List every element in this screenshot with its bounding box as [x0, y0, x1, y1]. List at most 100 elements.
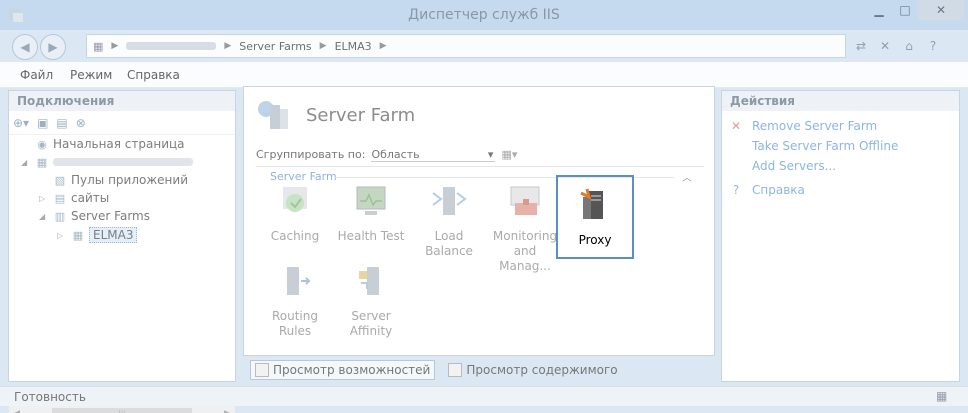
feature-label: Health Test — [337, 229, 405, 243]
tree-item-sites[interactable]: ▷ ▤ сайты — [39, 191, 109, 205]
server-farm-icon: ▦ — [72, 228, 84, 242]
address-toolbar: ⇄ ✕ ⌂ ? — [852, 37, 942, 55]
navigation-bar: ◀ ▶ ▦ ▶ ▶ Server Farms ▶ ELMA3 ▶ ⇄ ✕ ⌂ ? — [0, 30, 968, 62]
help-icon[interactable]: ? — [924, 37, 942, 55]
tree-item-server[interactable]: ◢ ▦ — [21, 155, 193, 169]
chevron-up-icon[interactable]: ︿ — [682, 169, 692, 184]
server-affinity-icon — [359, 267, 379, 295]
server-farms-icon: ▥ — [54, 209, 66, 223]
feature-routing-rules[interactable]: Routing Rules — [256, 263, 334, 347]
remove-icon: ✕ — [730, 119, 742, 133]
address-breadcrumb[interactable]: ▦ ▶ ▶ Server Farms ▶ ELMA3 ▶ — [86, 34, 846, 58]
breadcrumb-separator: ▶ — [319, 41, 327, 51]
group-by-select[interactable]: Область ▾ — [371, 147, 496, 162]
stop-icon[interactable]: ✕ — [876, 37, 894, 55]
breadcrumb-elma3[interactable]: ELMA3 — [335, 40, 372, 53]
horizontal-scrollbar[interactable]: ◀ ||| ▶ — [9, 405, 235, 413]
back-button[interactable]: ◀ — [12, 34, 38, 60]
view-switcher: Просмотр возможностей Просмотр содержимо… — [250, 360, 623, 380]
menu-view[interactable]: Режим — [70, 68, 112, 82]
tree-item-label: ELMA3 — [89, 227, 138, 243]
maximize-button[interactable]: □ — [892, 0, 918, 20]
tree-expander[interactable]: ◢ — [39, 212, 49, 221]
feature-server-affinity[interactable]: Server Affinity — [332, 263, 410, 347]
tree-expander[interactable]: ▷ — [39, 194, 49, 203]
feature-label: Caching — [270, 229, 320, 243]
tab-content-view[interactable]: Просмотр содержимого — [443, 360, 622, 380]
action-label: Take Server Farm Offline — [752, 139, 899, 153]
action-help[interactable]: ? Справка — [728, 183, 805, 197]
tree-item-label: Пулы приложений — [71, 173, 188, 187]
tab-label: Просмотр возможностей — [273, 363, 431, 377]
actions-pane: Действия ✕ Remove Server Farm Take Serve… — [721, 90, 960, 382]
tree-expander[interactable]: ◢ — [21, 158, 31, 167]
redacted-server-name — [126, 42, 217, 50]
feature-view-pane: Server Farm Сгруппировать по: Область ▾ … — [243, 86, 715, 356]
action-add-servers[interactable]: Add Servers... — [728, 159, 836, 173]
routing-rules-icon — [287, 267, 311, 295]
arrow-left-icon: ◀ — [20, 40, 30, 54]
group-by-value: Область — [371, 147, 420, 161]
tree-item-server-farms[interactable]: ◢ ▥ Server Farms — [39, 209, 150, 223]
tree-item-label: Начальная страница — [53, 137, 185, 151]
feature-label: Monitoring and Manag... — [492, 229, 558, 273]
feature-monitoring[interactable]: Monitoring and Manag... — [486, 183, 564, 273]
tab-features-view[interactable]: Просмотр возможностей — [250, 360, 436, 380]
tree-item-label: сайты — [71, 191, 110, 205]
feature-health-test[interactable]: Health Test — [332, 183, 410, 267]
start-page-icon: ◉ — [37, 137, 47, 151]
features-view-icon — [255, 363, 269, 377]
tab-label: Просмотр содержимого — [466, 363, 618, 377]
proxy-icon — [580, 188, 603, 219]
refresh-icon[interactable]: ⇄ — [852, 37, 870, 55]
feature-proxy[interactable]: Proxy — [556, 175, 634, 259]
home-icon[interactable]: ⌂ — [900, 37, 918, 55]
menu-help[interactable]: Справка — [127, 68, 180, 82]
chevron-down-icon: ▾ — [487, 147, 494, 161]
arrow-right-icon: ▶ — [48, 40, 58, 54]
caching-icon — [283, 187, 307, 212]
disconnect-icon[interactable]: ⊗ — [76, 116, 86, 130]
action-label: Add Servers... — [752, 159, 837, 173]
scroll-right-icon[interactable]: ▶ — [224, 409, 231, 413]
server-icon: ▦ — [93, 39, 104, 53]
health-test-icon — [356, 186, 386, 215]
forward-button[interactable]: ▶ — [40, 34, 66, 60]
scroll-left-icon[interactable]: ◀ — [13, 409, 20, 413]
feature-label: Proxy — [578, 233, 612, 247]
save-icon[interactable]: ▣ — [37, 116, 48, 130]
menu-file[interactable]: Файл — [20, 68, 53, 82]
page-title: Server Farm — [306, 105, 416, 126]
tree-item-start-page[interactable]: ◉ Начальная страница — [21, 137, 185, 151]
scrollbar-thumb[interactable]: ||| — [52, 408, 192, 413]
view-mode-icon[interactable]: ▦▾ — [501, 148, 517, 161]
feature-label: Load Balance — [425, 229, 473, 258]
window-title: Диспетчер служб IIS — [408, 7, 560, 23]
tree-expander[interactable]: ▷ — [57, 231, 67, 240]
breadcrumb-server-farms[interactable]: Server Farms — [239, 40, 311, 53]
minimize-button[interactable]: ▁ — [866, 0, 892, 20]
tree-item-app-pools[interactable]: ▧ Пулы приложений — [39, 173, 188, 187]
actions-header: Действия — [722, 91, 959, 111]
app-pools-icon: ▧ — [54, 173, 66, 187]
connect-icon[interactable]: ⊕▾ — [13, 116, 29, 130]
server-farm-icon — [258, 101, 288, 129]
connections-pane: Подключения ⊕▾ ▣ ▤ ⊗ ◉ Начальная страниц… — [8, 90, 236, 413]
title-bar: Диспетчер служб IIS ▁ □ ✕ — [0, 0, 968, 30]
menu-bar: Файл Режим Справка — [0, 62, 968, 88]
action-take-offline[interactable]: Take Server Farm Offline — [728, 139, 898, 153]
feature-label: Server Affinity — [349, 309, 393, 338]
feature-load-balance[interactable]: Load Balance — [410, 183, 488, 267]
sites-folder-icon: ▤ — [54, 191, 66, 205]
tree-item-label: Server Farms — [71, 209, 150, 223]
feature-caching[interactable]: Caching — [256, 183, 334, 267]
close-icon: ✕ — [935, 3, 947, 17]
network-status-icon: ▦ — [936, 389, 948, 403]
action-remove-server-farm[interactable]: ✕ Remove Server Farm — [728, 119, 877, 133]
breadcrumb-separator: ▶ — [224, 41, 232, 51]
action-label: Справка — [752, 183, 805, 197]
breadcrumb-separator: ▶ — [379, 41, 387, 51]
folder-icon[interactable]: ▤ — [56, 116, 67, 130]
close-button[interactable]: ✕ — [918, 0, 964, 20]
tree-item-elma3[interactable]: ▷ ▦ ELMA3 — [57, 227, 138, 243]
